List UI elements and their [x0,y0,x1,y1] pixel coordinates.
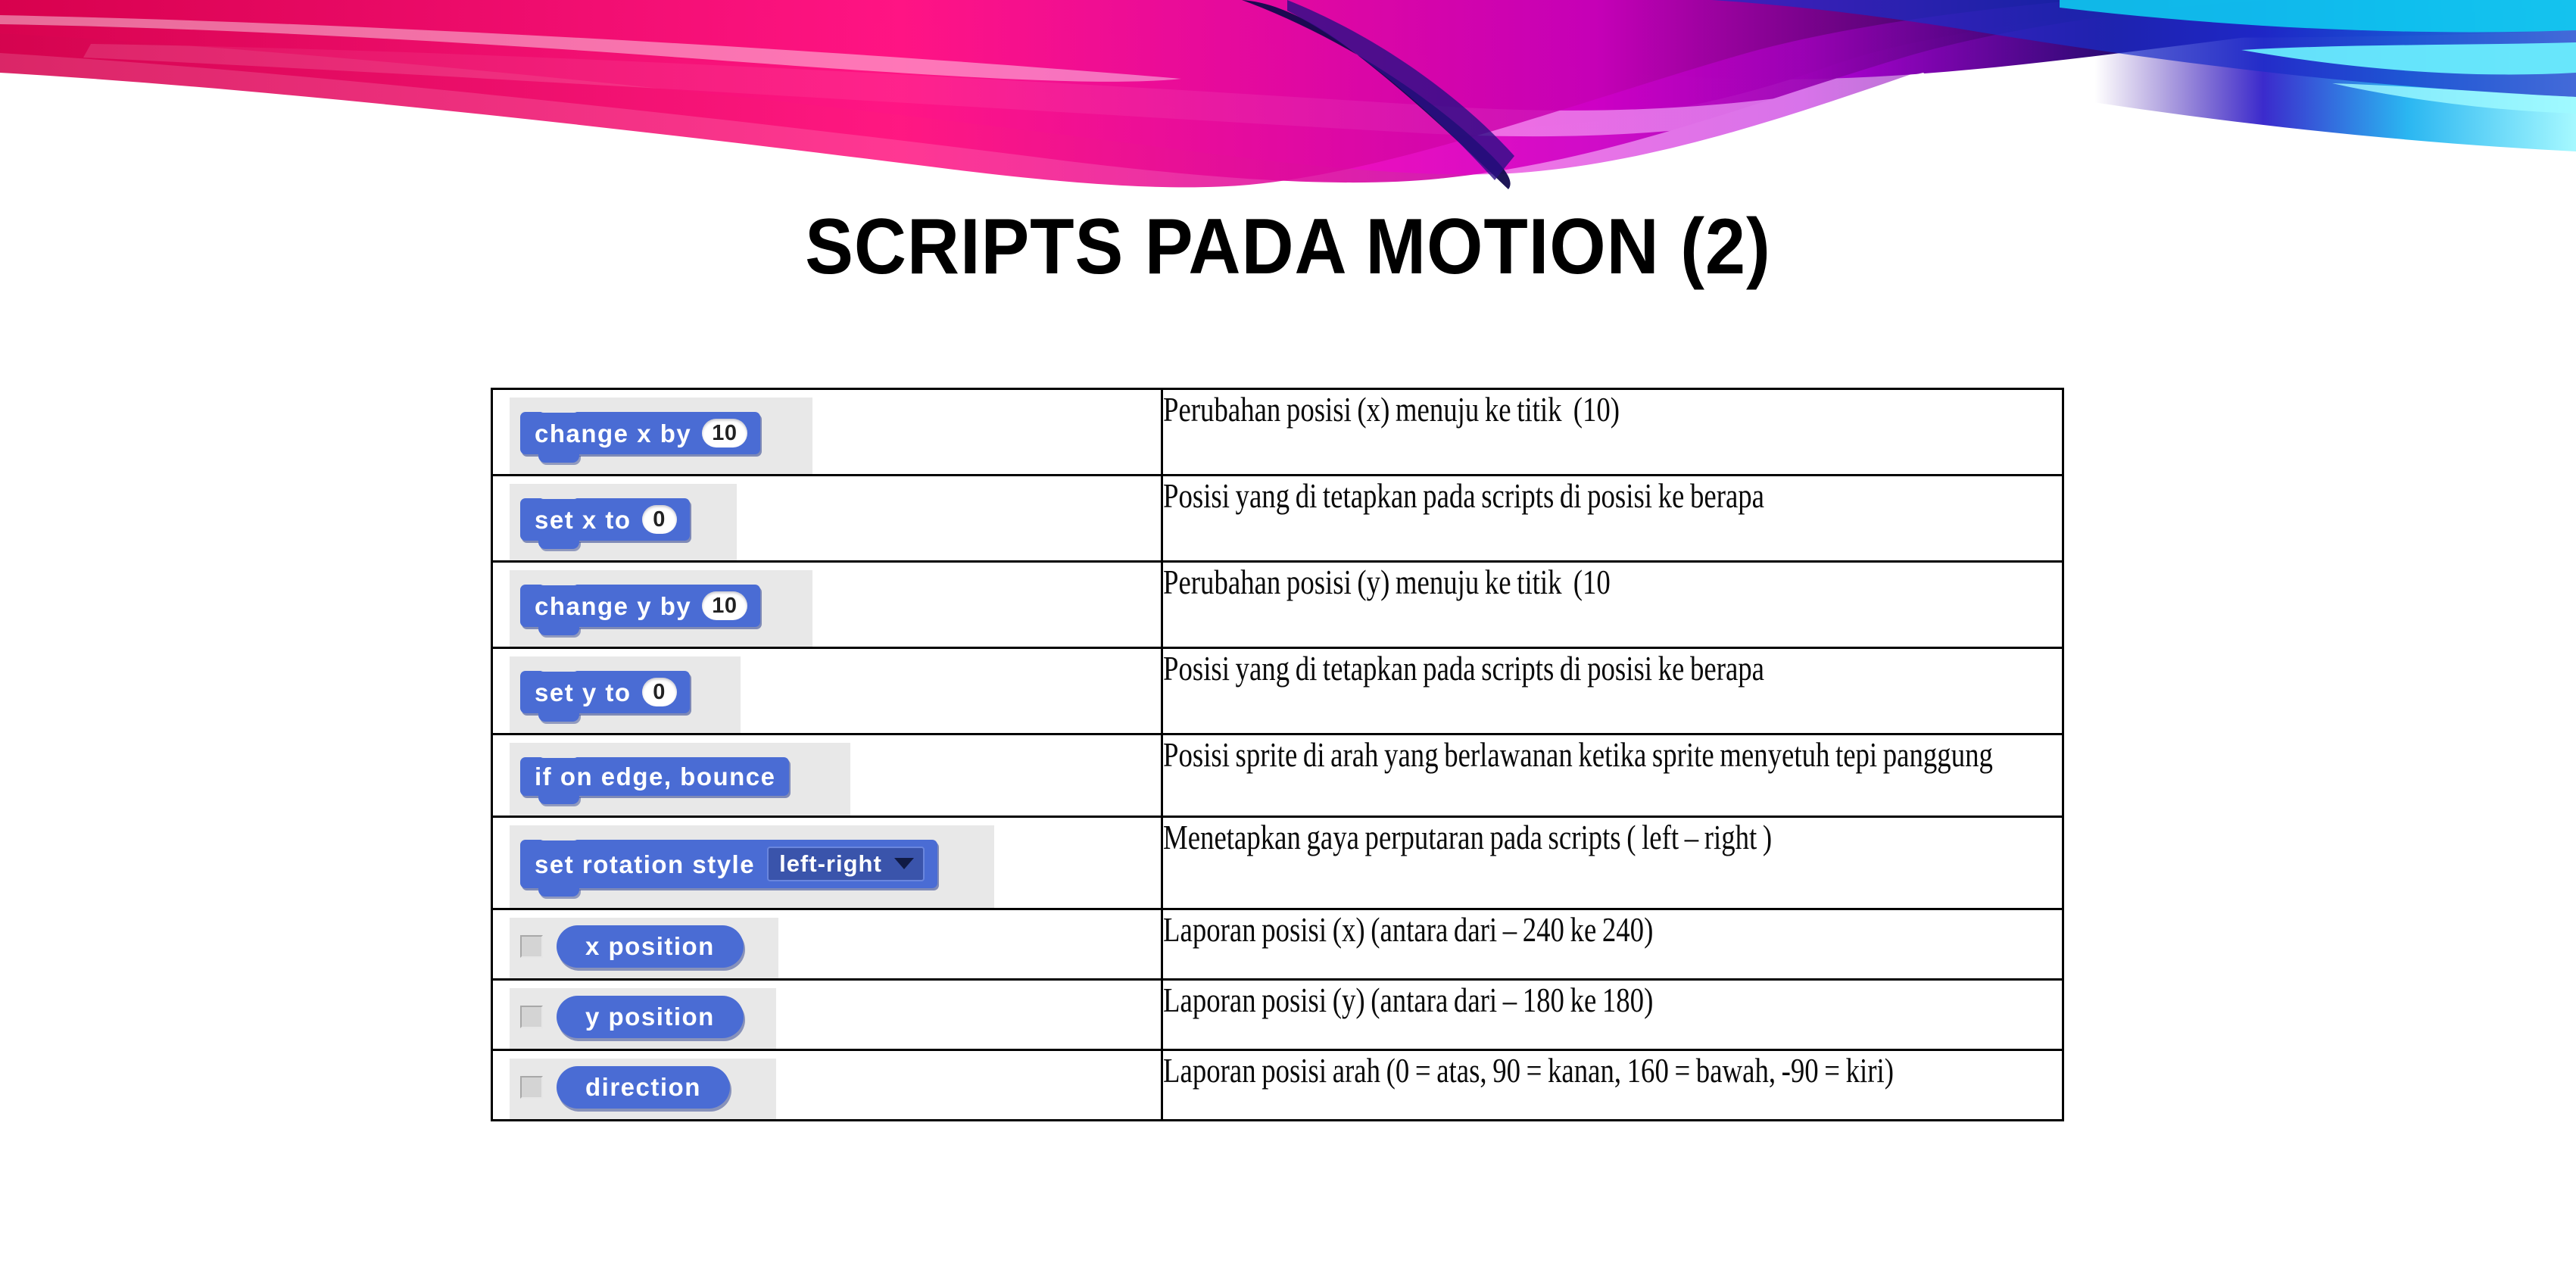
description-text: Perubahan posisi (x) menuju ke titik (10… [1163,390,1620,429]
block-row: x position [520,925,768,968]
block-backdrop: set y to 0 [510,656,741,733]
block-number-input[interactable]: 0 [641,678,677,706]
description-text: Posisi sprite di arah yang berlawanan ke… [1163,735,1993,774]
block-row: if on edge, bounce [520,750,840,805]
table-row: y position Laporan posisi (y) (antara dar… [491,978,2064,1051]
description-cell-change-y-by: Perubahan posisi (y) menuju ke titik (10 [1161,560,2064,649]
description-cell-change-x-by: Perubahan posisi (x) menuju ke titik (10… [1161,388,2064,476]
table-row: direction Laporan posisi arah (0 = atas, … [491,1049,2064,1121]
table-row: set y to 0 Posisi yang di tetapkan pada sc… [491,647,2064,735]
block-label: set rotation style [535,850,756,878]
block-number-input[interactable]: 0 [641,505,677,534]
block-dropdown[interactable]: left-right [767,847,925,881]
scratch-block-change-y-by[interactable]: change y by 10 [520,578,760,635]
block-cell-if-on-edge-bounce: if on edge, bounce [491,733,1163,818]
checkbox-x-position[interactable] [520,935,543,958]
description-text: Perubahan posisi (y) menuju ke titik (10 [1163,563,1611,601]
checkbox-direction[interactable] [520,1076,543,1099]
scratch-block-direction[interactable]: direction [557,1066,730,1109]
table-row: change x by 10 Perubahan posisi (x) menuju… [491,388,2064,476]
scratch-block-set-y-to[interactable]: set y to 0 [520,664,690,722]
description-text: Posisi yang di tetapkan pada scripts di … [1163,649,1765,688]
block-backdrop: change x by 10 [510,398,812,474]
block-label: set y to [535,678,632,706]
description-cell-set-y-to: Posisi yang di tetapkan pada scripts di … [1161,647,2064,735]
block-label: change y by [535,591,692,620]
description-cell-set-rotation-style: Menetapkan gaya perputaran pada scripts … [1161,816,2064,910]
block-backdrop: x position [510,918,778,978]
block-row: change y by 10 [520,578,802,636]
description-text: Laporan posisi (y) (antara dari – 180 ke… [1163,981,1654,1019]
description-cell-set-x-to: Posisi yang di tetapkan pada scripts di … [1161,474,2064,563]
block-cell-y-position: y position [491,978,1163,1051]
description-cell-y-position: Laporan posisi (y) (antara dari – 180 ke… [1161,978,2064,1051]
table-row: x position Laporan posisi (x) (antara dar… [491,908,2064,981]
block-label: if on edge, bounce [535,763,776,791]
description-text: Laporan posisi arah (0 = atas, 90 = kana… [1163,1051,1895,1090]
block-row: set x to 0 [520,491,726,550]
description-text: Posisi yang di tetapkan pada scripts di … [1163,476,1765,515]
block-backdrop: y position [510,988,776,1049]
block-backdrop: if on edge, bounce [510,743,850,816]
block-cell-change-y-by: change y by 10 [491,560,1163,649]
block-number-input[interactable]: 10 [702,419,747,448]
description-cell-direction: Laporan posisi arah (0 = atas, 90 = kana… [1161,1049,2064,1121]
block-label: direction [585,1073,701,1101]
scratch-block-set-rotation-style[interactable]: set rotation style left-right [520,833,937,897]
block-backdrop: set x to 0 [510,484,737,560]
block-cell-set-y-to: set y to 0 [491,647,1163,735]
motion-scripts-table: change x by 10 Perubahan posisi (x) menuju… [491,388,2064,1121]
chevron-down-icon [893,858,914,869]
block-row: set rotation style left-right [520,833,984,897]
block-label: y position [585,1003,715,1031]
table-row: set x to 0 Posisi yang di tetapkan pada sc… [491,474,2064,563]
block-label: change x by [535,419,692,448]
table-row: change y by 10 Perubahan posisi (y) menuju… [491,560,2064,649]
block-row: change x by 10 [520,405,802,463]
description-cell-if-on-edge-bounce: Posisi sprite di arah yang berlawanan ke… [1161,733,2064,818]
block-row: direction [520,1066,766,1109]
scratch-block-if-on-edge-bounce[interactable]: if on edge, bounce [520,750,789,804]
block-label: set x to [535,505,632,534]
table-row: if on edge, bounce Posisi sprite di arah … [491,733,2064,818]
description-text: Laporan posisi (x) (antara dari – 240 ke… [1163,910,1654,949]
scratch-block-y-position[interactable]: y position [557,996,744,1038]
slide-canvas: SCRIPTS PADA MOTION (2) change x by 10 Per… [0,0,2576,1288]
description-cell-x-position: Laporan posisi (x) (antara dari – 240 ke… [1161,908,2064,981]
block-row: set y to 0 [520,664,730,722]
dropdown-value: left-right [779,850,882,877]
block-cell-direction: direction [491,1049,1163,1121]
checkbox-y-position[interactable] [520,1006,543,1028]
block-row: y position [520,996,766,1038]
block-backdrop: direction [510,1059,776,1119]
block-backdrop: change y by 10 [510,570,812,647]
scratch-block-x-position[interactable]: x position [557,925,744,968]
block-cell-set-rotation-style: set rotation style left-right [491,816,1163,910]
table-row: set rotation style left-right Menetapkan g… [491,816,2064,910]
decorative-banner-graphic [0,0,2576,227]
block-cell-set-x-to: set x to 0 [491,474,1163,563]
block-backdrop: set rotation style left-right [510,825,994,908]
scratch-block-set-x-to[interactable]: set x to 0 [520,491,690,549]
scratch-block-change-x-by[interactable]: change x by 10 [520,405,760,463]
block-cell-x-position: x position [491,908,1163,981]
description-text: Menetapkan gaya perputaran pada scripts … [1163,818,1773,856]
block-number-input[interactable]: 10 [702,591,747,620]
page-title: SCRIPTS PADA MOTION (2) [805,203,1771,291]
block-cell-change-x-by: change x by 10 [491,388,1163,476]
block-label: x position [585,932,715,960]
